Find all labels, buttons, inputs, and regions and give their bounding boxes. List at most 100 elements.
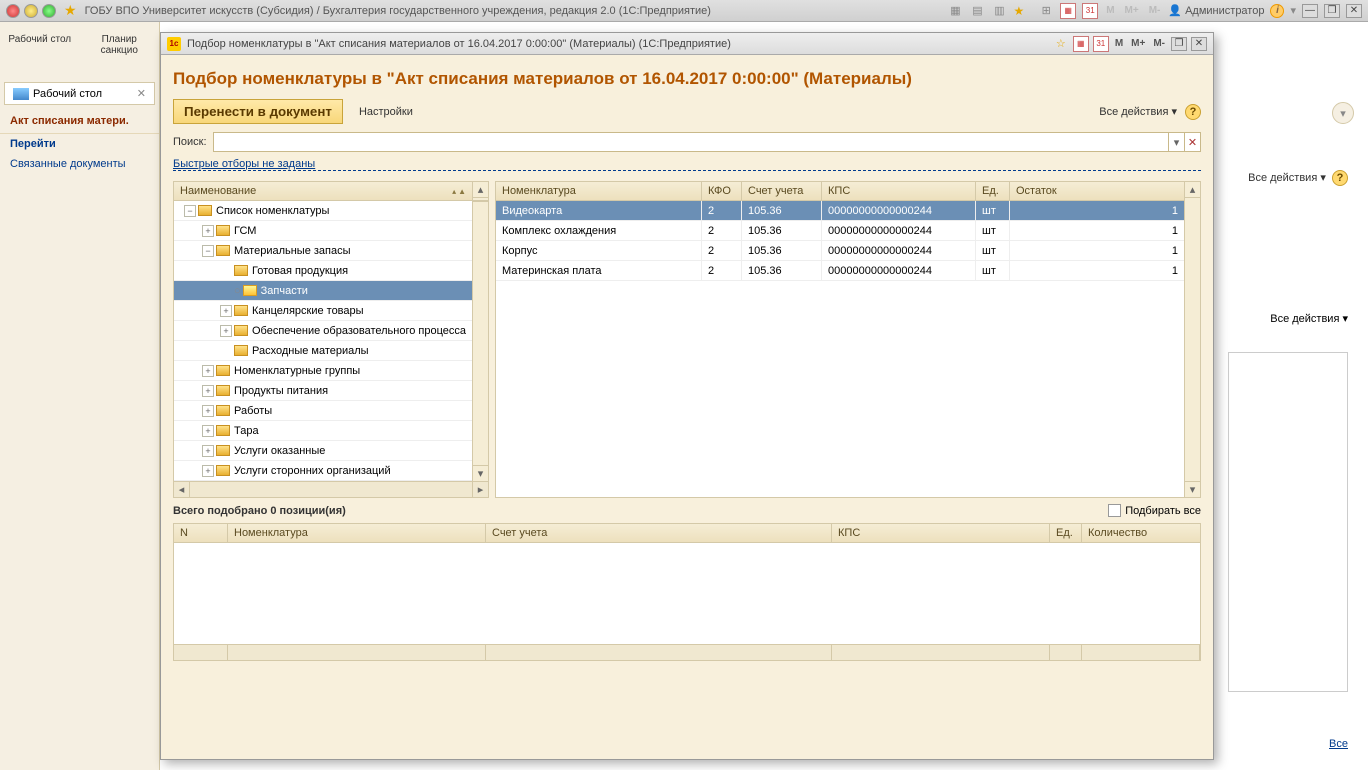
col-qty[interactable]: Количество	[1082, 524, 1200, 542]
tree-row[interactable]: +Номенклатурные группы	[174, 361, 472, 381]
linked-docs-link[interactable]: Связанные документы	[0, 154, 159, 174]
col-nomenclature[interactable]: Номенклатура	[496, 182, 702, 200]
expand-icon[interactable]: +	[202, 405, 214, 417]
sys-close-icon[interactable]	[6, 4, 20, 18]
tree-row[interactable]: −Список номенклатуры	[174, 201, 472, 221]
tree-row[interactable]: −Материальные запасы	[174, 241, 472, 261]
expand-icon[interactable]	[220, 265, 232, 277]
search-clear-icon[interactable]: ✕	[1184, 133, 1200, 151]
transfer-button[interactable]: Перенести в документ	[173, 99, 343, 124]
col-unit[interactable]: Ед.	[976, 182, 1010, 200]
expand-icon[interactable]: −	[202, 245, 214, 257]
bg-all-actions-2[interactable]: Все действия ▾	[1270, 312, 1348, 325]
close-tab-icon[interactable]: ✕	[137, 87, 146, 100]
close-button[interactable]: ✕	[1346, 4, 1362, 18]
expand-icon[interactable]: +	[202, 385, 214, 397]
bg-all-actions-1[interactable]: Все действия ▾ ?	[1248, 170, 1348, 186]
sort-desc-icon[interactable]: ▲	[458, 187, 466, 196]
modal-titlebar[interactable]: 1c Подбор номенклатуры в "Акт списания м…	[161, 33, 1213, 55]
tree-row[interactable]: +Работы	[174, 401, 472, 421]
expand-icon[interactable]: +	[220, 325, 232, 337]
tb-icon-1[interactable]: ▦	[947, 3, 963, 19]
modal-help-icon[interactable]: ?	[1185, 104, 1201, 120]
grid-row[interactable]: Комплекс охлаждения2105.3600000000000000…	[496, 221, 1184, 241]
grid-row[interactable]: Материнская плата2105.360000000000000024…	[496, 261, 1184, 281]
expand-icon[interactable]: +	[202, 465, 214, 477]
expand-icon[interactable]: +	[202, 225, 214, 237]
info-icon[interactable]: i	[1270, 4, 1284, 18]
tree-row[interactable]: +Продукты питания	[174, 381, 472, 401]
tree-row[interactable]: +ГСМ	[174, 221, 472, 241]
help-icon[interactable]: ?	[1332, 170, 1348, 186]
grid-body[interactable]: Видеокарта2105.3600000000000000244шт1Ком…	[496, 201, 1184, 497]
tb-icon-2[interactable]: ▤	[969, 3, 985, 19]
col-account[interactable]: Счет учета	[742, 182, 822, 200]
nav-desktop[interactable]: Рабочий стол	[0, 22, 80, 78]
modal-restore-button[interactable]: ❐	[1171, 37, 1187, 51]
checkbox-icon[interactable]	[1108, 504, 1121, 517]
modal-cal-icon[interactable]: 31	[1093, 36, 1109, 52]
tree-row[interactable]: +Тара	[174, 421, 472, 441]
modal-calc-icon[interactable]: ▦	[1073, 36, 1089, 52]
tab-desktop[interactable]: Рабочий стол ✕	[4, 82, 155, 105]
m-button[interactable]: M	[1104, 5, 1116, 16]
tree-header[interactable]: Наименование ▴▲	[173, 181, 473, 201]
col-kps-2[interactable]: КПС	[832, 524, 1050, 542]
grid-scroll-down[interactable]: ▾	[1185, 481, 1200, 497]
tree-body[interactable]: −Список номенклатуры+ГСМ−Материальные за…	[173, 201, 473, 482]
selected-grid-body[interactable]	[174, 543, 1200, 644]
expand-icon[interactable]: +	[220, 305, 232, 317]
search-input[interactable]	[214, 133, 1168, 151]
modal-m-button[interactable]: M	[1113, 38, 1125, 49]
sort-asc-icon[interactable]: ▴	[452, 187, 456, 196]
calculator-icon[interactable]: ▦	[1060, 3, 1076, 19]
tree-scroll-up[interactable]: ▴	[473, 182, 488, 198]
settings-button[interactable]: Настройки	[351, 102, 421, 122]
col-balance[interactable]: Остаток	[1010, 182, 1184, 200]
tree-row[interactable]: +Обеспечение образовательного процесса	[174, 321, 472, 341]
tb-icon-3[interactable]: ▥	[991, 3, 1007, 19]
col-kfo[interactable]: КФО	[702, 182, 742, 200]
grid-scroll-up[interactable]: ▴	[1185, 182, 1200, 198]
all-actions-dropdown[interactable]: Все действия ▾	[1099, 105, 1177, 118]
grid-vscroll[interactable]: ▴ ▾	[1185, 181, 1201, 498]
expand-icon[interactable]: −	[184, 205, 196, 217]
modal-close-button[interactable]: ✕	[1191, 37, 1207, 51]
expand-icon[interactable]	[220, 285, 232, 297]
minimize-button[interactable]: —	[1302, 4, 1318, 18]
expand-icon[interactable]	[220, 345, 232, 357]
tree-row[interactable]: +Услуги оказанные	[174, 441, 472, 461]
favorite-icon[interactable]: ★	[64, 2, 77, 19]
col-nomenclature-2[interactable]: Номенклатура	[228, 524, 486, 542]
star-icon[interactable]: ★	[1013, 4, 1024, 18]
goto-link[interactable]: Перейти	[0, 134, 159, 154]
tree-hscroll[interactable]: ◂ ▸	[173, 482, 489, 498]
m-minus-button[interactable]: M-	[1147, 5, 1163, 16]
tree-row[interactable]: +Канцелярские товары	[174, 301, 472, 321]
tree-row[interactable]: +Услуги сторонних организаций	[174, 461, 472, 481]
all-link[interactable]: Все	[1329, 738, 1348, 750]
col-account-2[interactable]: Счет учета	[486, 524, 832, 542]
hscroll-right[interactable]: ▸	[472, 482, 488, 497]
tree-row[interactable]: Расходные материалы	[174, 341, 472, 361]
grid-row[interactable]: Корпус2105.3600000000000000244шт1	[496, 241, 1184, 261]
collapse-button[interactable]: ▾	[1332, 102, 1354, 124]
col-unit-2[interactable]: Ед.	[1050, 524, 1082, 542]
grid-row[interactable]: Видеокарта2105.3600000000000000244шт1	[496, 201, 1184, 221]
modal-mplus-button[interactable]: M+	[1129, 38, 1147, 49]
modal-fav-icon[interactable]: ☆	[1053, 36, 1069, 52]
expand-icon[interactable]: +	[202, 445, 214, 457]
sys-max-icon[interactable]	[42, 4, 56, 18]
tree-row[interactable]: ○Запчасти	[174, 281, 472, 301]
m-plus-button[interactable]: M+	[1123, 5, 1141, 16]
tree-scroll-down[interactable]: ▾	[473, 465, 488, 481]
col-kps[interactable]: КПС	[822, 182, 976, 200]
select-all-checkbox[interactable]: Подбирать все	[1108, 504, 1201, 517]
modal-mminus-button[interactable]: M-	[1151, 38, 1167, 49]
hscroll-left[interactable]: ◂	[174, 482, 190, 497]
sys-min-icon[interactable]	[24, 4, 38, 18]
tb-icon-4[interactable]: ⊞	[1038, 3, 1054, 19]
user-label[interactable]: 👤Администратор	[1168, 4, 1264, 17]
expand-icon[interactable]: +	[202, 365, 214, 377]
nav-planning[interactable]: Планир санкцио	[80, 22, 160, 78]
